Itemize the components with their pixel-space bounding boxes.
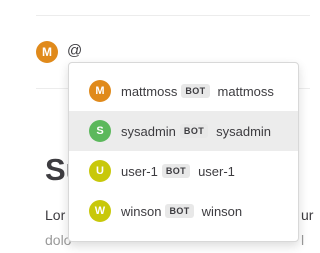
mention-item-sysadmin[interactable]: S sysadmin BOT sysadmin [69, 111, 298, 151]
post-line-1-start: Lor [45, 207, 66, 223]
bot-badge: BOT [179, 124, 209, 138]
top-divider [36, 15, 310, 16]
mention-item-winson[interactable]: W winson BOT winson [69, 191, 298, 231]
post-line-1-end: ur [301, 207, 314, 223]
mention-item-user-1[interactable]: U user-1 BOT user-1 [69, 151, 298, 191]
mention-username: sysadmin [121, 123, 176, 139]
bot-badge: BOT [161, 164, 191, 178]
avatar: U [89, 160, 111, 182]
avatar: M [89, 80, 111, 102]
mention-display-name: mattmoss [217, 83, 274, 99]
mention-suggestion-list: M mattmoss BOT mattmoss S sysadmin BOT s… [68, 62, 299, 242]
avatar: W [89, 200, 111, 222]
bot-badge: BOT [181, 84, 210, 98]
avatar: M [36, 41, 58, 63]
post-line-2-end: l [301, 232, 305, 248]
mention-item-mattmoss[interactable]: M mattmoss BOT mattmoss [69, 71, 298, 111]
mention-username: winson [121, 203, 162, 219]
bot-badge: BOT [165, 204, 194, 218]
mention-display-name: winson [201, 203, 243, 219]
mention-username: user-1 [121, 163, 158, 179]
mention-username: mattmoss [121, 83, 178, 99]
message-input[interactable]: @ [67, 42, 82, 59]
mention-display-name: sysadmin [216, 123, 272, 139]
mention-display-name: user-1 [198, 163, 235, 179]
avatar: S [89, 120, 111, 142]
